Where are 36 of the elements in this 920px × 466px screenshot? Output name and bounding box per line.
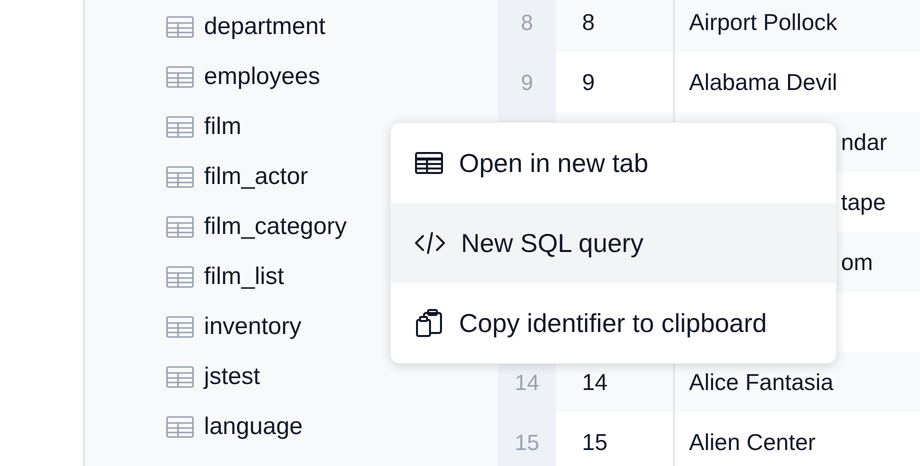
sidebar-item-label: film_list — [204, 265, 284, 289]
table-icon — [166, 416, 194, 438]
table-icon — [166, 16, 194, 38]
table-cell-text: ndar — [840, 128, 888, 157]
clipboard-icon — [415, 309, 443, 337]
menu-item[interactable]: New SQL query — [391, 203, 836, 283]
sidebar-item-label: film_category — [204, 215, 347, 239]
table-icon — [415, 152, 443, 174]
table-icon — [166, 266, 194, 288]
table-icon — [166, 166, 194, 188]
table-cell-text: Alabama Devil — [688, 68, 838, 97]
table-icon — [166, 66, 194, 88]
table-icon — [166, 216, 194, 238]
sidebar-item-label: department — [204, 15, 326, 39]
table-icon — [166, 316, 194, 338]
code-icon — [415, 231, 445, 255]
table-icon — [166, 116, 194, 138]
table-cell-text: om — [840, 248, 874, 277]
table-cell: 15 — [556, 412, 675, 466]
sidebar-item-label: employees — [204, 65, 320, 89]
table-icon — [166, 366, 194, 388]
table-cell-text: Airport Pollock — [688, 8, 838, 37]
sidebar-item[interactable]: employees — [85, 52, 498, 102]
sidebar-item-label: jstest — [204, 365, 260, 389]
sidebar-item-label: language — [204, 415, 303, 439]
row-number: 9 — [498, 52, 556, 112]
sidebar-item[interactable]: language — [85, 402, 498, 452]
sidebar-item-label: inventory — [204, 315, 302, 339]
row-number: 15 — [498, 412, 556, 466]
sidebar-item-label: film_actor — [204, 165, 308, 189]
sidebar-item-label: film — [204, 115, 242, 139]
row-number: 8 — [498, 0, 556, 52]
table-cell-text: Alice Fantasia — [688, 368, 834, 397]
table-cell-text: Alien Center — [688, 428, 817, 457]
sidebar-item[interactable]: department — [85, 2, 498, 52]
table-cell-text: tape — [840, 188, 887, 217]
